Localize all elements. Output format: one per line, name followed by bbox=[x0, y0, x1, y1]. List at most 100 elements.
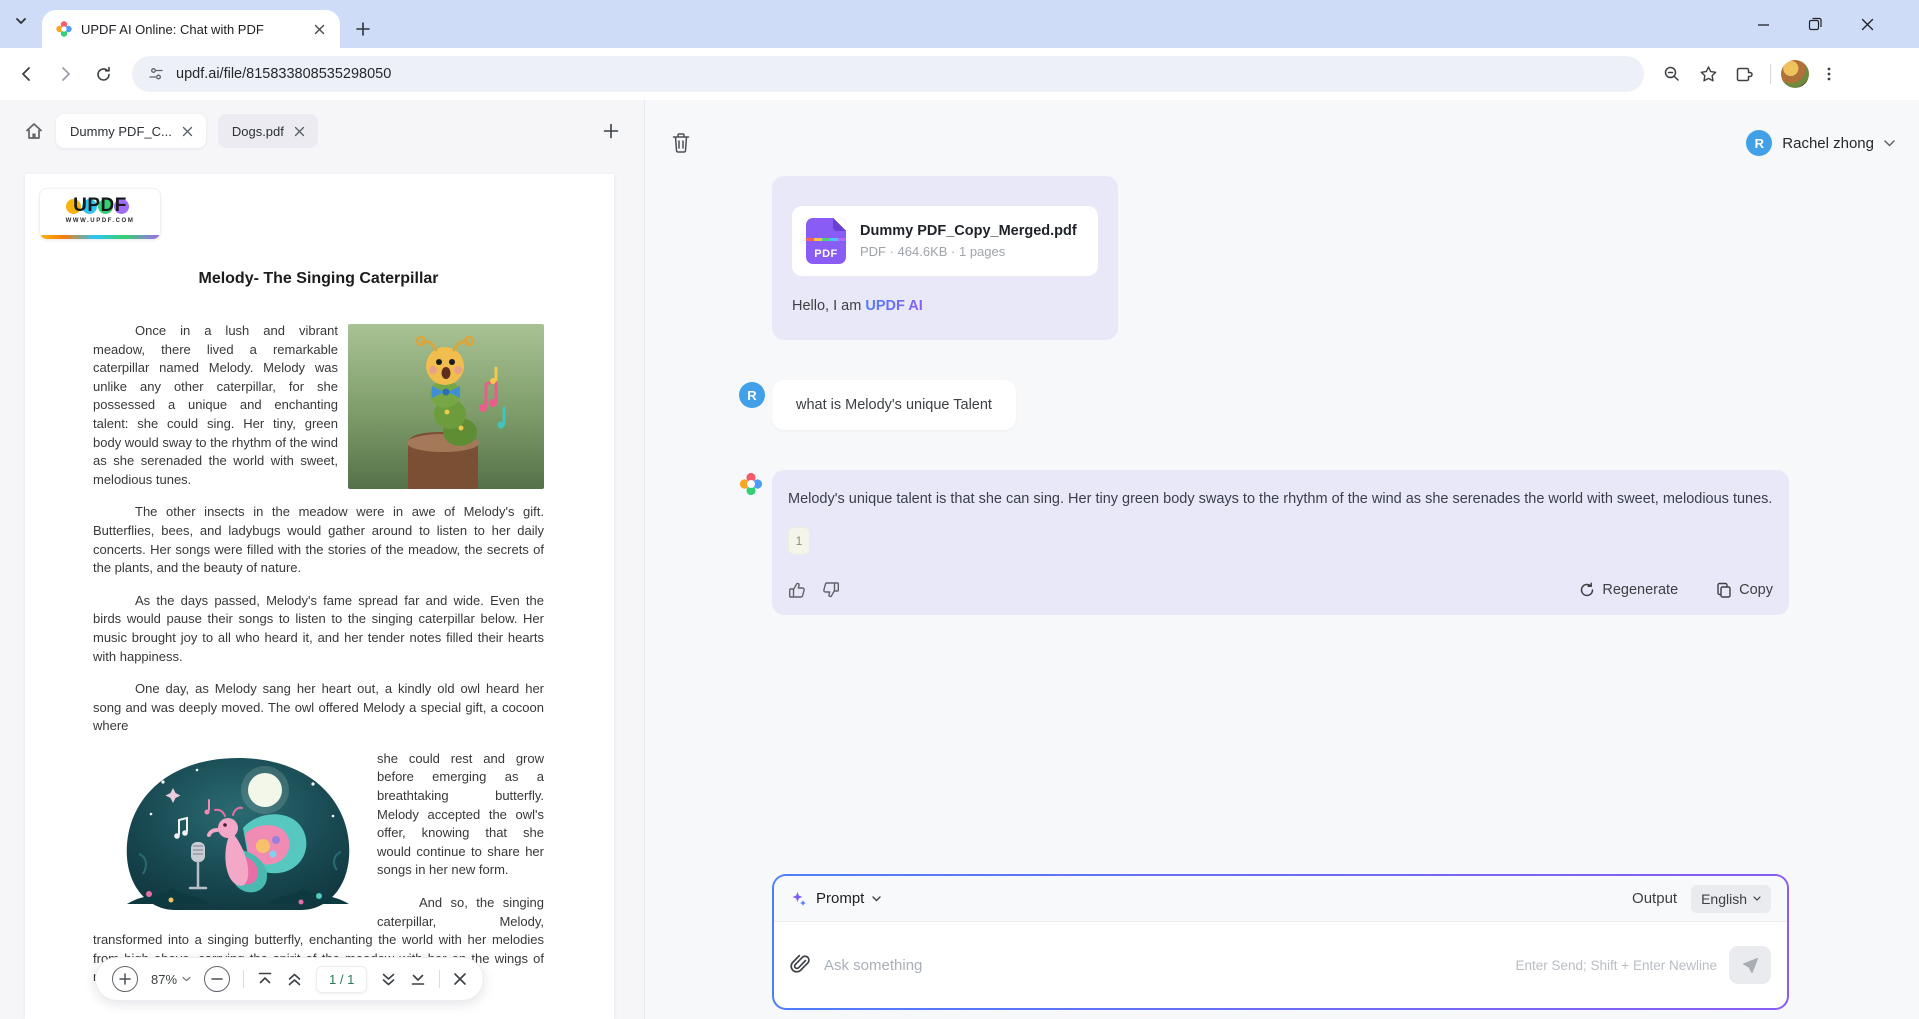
page-reference-badge[interactable]: 1 bbox=[788, 527, 810, 555]
sparkle-icon bbox=[790, 890, 808, 908]
document-tab-close-icon[interactable] bbox=[292, 123, 308, 139]
attach-file-icon[interactable] bbox=[790, 954, 810, 976]
ai-response-text: Melody's unique talent is that she can s… bbox=[788, 488, 1773, 511]
regenerate-label: Regenerate bbox=[1602, 582, 1678, 598]
site-info-icon[interactable] bbox=[148, 66, 164, 82]
document-tab-close-icon[interactable] bbox=[180, 123, 196, 139]
next-page-icon[interactable] bbox=[380, 971, 397, 988]
caterpillar-image bbox=[348, 324, 544, 489]
user-message-row: R what is Melody's unique Talent bbox=[739, 380, 1789, 430]
chevron-down-icon bbox=[1753, 896, 1761, 901]
updf-ai-avatar-icon bbox=[739, 472, 772, 496]
zoom-level-dropdown[interactable]: 87% bbox=[151, 972, 191, 987]
pdf-file-badge: PDF bbox=[806, 248, 846, 260]
logo-url: WWW.UPDF.COM bbox=[40, 218, 160, 224]
pdf-file-icon: PDF bbox=[806, 218, 846, 264]
first-page-icon[interactable] bbox=[257, 971, 273, 987]
brand-name: UPDF AI bbox=[865, 298, 922, 314]
regenerate-icon bbox=[1579, 582, 1595, 598]
trash-icon[interactable] bbox=[671, 132, 691, 154]
browser-toolbar: updf.ai/file/815833808535298050 bbox=[0, 48, 1919, 100]
zoom-level-value: 87% bbox=[151, 972, 177, 987]
zoom-in-icon[interactable] bbox=[112, 966, 138, 992]
greeting-text: Hello, I am bbox=[792, 298, 865, 314]
document-tabs-bar: Dummy PDF_C... Dogs.pdf bbox=[0, 100, 644, 156]
user-avatar: R bbox=[739, 382, 765, 408]
last-page-icon[interactable] bbox=[410, 971, 426, 987]
back-icon[interactable] bbox=[10, 57, 44, 91]
close-window-button[interactable] bbox=[1855, 12, 1879, 36]
forward-icon[interactable] bbox=[48, 57, 82, 91]
home-icon[interactable] bbox=[24, 121, 44, 141]
add-document-button[interactable] bbox=[598, 118, 624, 144]
thumbs-up-icon[interactable] bbox=[788, 581, 806, 599]
prompt-dropdown[interactable]: Prompt bbox=[790, 890, 881, 908]
close-viewer-icon[interactable] bbox=[453, 972, 467, 986]
ai-response-bubble: Melody's unique talent is that she can s… bbox=[772, 470, 1789, 615]
pdf-paragraph: As the days passed, Melody's fame spread… bbox=[93, 592, 544, 666]
logo-text: UPDF bbox=[68, 195, 132, 217]
copy-label: Copy bbox=[1739, 582, 1773, 598]
tab-close-icon[interactable] bbox=[308, 18, 330, 40]
user-name: Rachel zhong bbox=[1782, 135, 1874, 152]
browser-titlebar: UPDF AI Online: Chat with PDF bbox=[0, 0, 1919, 48]
chat-messages: PDF Dummy PDF_Copy_Merged.pdf PDF · 464.… bbox=[739, 176, 1789, 615]
tab-search-chevron-icon[interactable] bbox=[14, 14, 28, 28]
pdf-document-title: Melody- The Singing Caterpillar bbox=[93, 270, 544, 288]
send-hint: Enter Send; Shift + Enter Newline bbox=[1516, 958, 1718, 973]
updf-favicon-icon bbox=[56, 21, 72, 37]
document-tab-label: Dummy PDF_C... bbox=[70, 124, 172, 139]
zoom-out-icon[interactable] bbox=[204, 966, 230, 992]
logo-rainbow-bar bbox=[40, 235, 160, 239]
new-tab-button[interactable] bbox=[352, 18, 374, 40]
url-text: updf.ai/file/815833808535298050 bbox=[176, 66, 391, 82]
file-name: Dummy PDF_Copy_Merged.pdf bbox=[860, 223, 1077, 239]
user-account-menu[interactable]: R Rachel zhong bbox=[1746, 130, 1895, 156]
toolbar-divider bbox=[439, 970, 440, 988]
pdf-paragraph: The other insects in the meadow were in … bbox=[93, 503, 544, 577]
document-tab-label: Dogs.pdf bbox=[232, 124, 284, 139]
copy-button[interactable]: Copy bbox=[1716, 582, 1773, 598]
ask-input[interactable] bbox=[824, 957, 1516, 974]
url-bar[interactable]: updf.ai/file/815833808535298050 bbox=[132, 56, 1644, 92]
chevron-down-icon bbox=[1884, 140, 1895, 147]
reload-icon[interactable] bbox=[86, 57, 120, 91]
ai-message-row: Melody's unique talent is that she can s… bbox=[739, 470, 1789, 615]
updf-logo: UPDF WWW.UPDF.COM bbox=[39, 188, 161, 240]
pdf-body-text: Once in a lush and vibrant meadow, there… bbox=[93, 322, 544, 987]
maximize-button[interactable] bbox=[1803, 12, 1827, 36]
thumbs-down-icon[interactable] bbox=[822, 581, 840, 599]
pdf-page: UPDF WWW.UPDF.COM Melody- The Singing Ca… bbox=[25, 174, 614, 1019]
prompt-label: Prompt bbox=[816, 890, 864, 907]
prev-page-icon[interactable] bbox=[286, 971, 303, 988]
browser-profile-avatar[interactable] bbox=[1781, 60, 1809, 88]
extensions-icon[interactable] bbox=[1728, 58, 1760, 90]
pdf-viewer-panel: Dummy PDF_C... Dogs.pdf UPDF bbox=[0, 100, 645, 1019]
send-button[interactable] bbox=[1729, 946, 1771, 984]
browser-menu-dots-icon[interactable] bbox=[1813, 58, 1845, 90]
copy-icon bbox=[1716, 582, 1732, 598]
output-language-dropdown[interactable]: English bbox=[1691, 885, 1771, 913]
file-meta: PDF · 464.6KB · 1 pages bbox=[860, 244, 1077, 259]
toolbar-divider bbox=[1770, 64, 1771, 84]
ai-greeting-bubble: PDF Dummy PDF_Copy_Merged.pdf PDF · 464.… bbox=[772, 176, 1118, 340]
send-plane-icon bbox=[1742, 957, 1759, 974]
user-avatar: R bbox=[1746, 130, 1772, 156]
minimize-button[interactable] bbox=[1751, 12, 1775, 36]
pdf-viewer-toolbar: 87% 1 / 1 bbox=[95, 957, 484, 1001]
butterfly-image bbox=[113, 754, 363, 914]
document-tab-dummy-pdf[interactable]: Dummy PDF_C... bbox=[56, 114, 206, 148]
bookmark-star-icon[interactable] bbox=[1692, 58, 1724, 90]
document-tab-dogs-pdf[interactable]: Dogs.pdf bbox=[218, 114, 318, 148]
pdf-paragraph: One day, as Melody sang her heart out, a… bbox=[93, 680, 544, 736]
toolbar-divider bbox=[243, 970, 244, 988]
browser-tab[interactable]: UPDF AI Online: Chat with PDF bbox=[42, 10, 340, 48]
page-indicator: 1 / 1 bbox=[316, 966, 367, 993]
user-message-bubble: what is Melody's unique Talent bbox=[772, 380, 1016, 430]
chat-input-container: Prompt Output English bbox=[772, 874, 1789, 1010]
output-language-value: English bbox=[1701, 891, 1747, 907]
chevron-down-icon bbox=[872, 896, 881, 902]
regenerate-button[interactable]: Regenerate bbox=[1579, 582, 1678, 598]
zoom-page-icon[interactable] bbox=[1656, 58, 1688, 90]
attached-file-card[interactable]: PDF Dummy PDF_Copy_Merged.pdf PDF · 464.… bbox=[792, 206, 1098, 276]
